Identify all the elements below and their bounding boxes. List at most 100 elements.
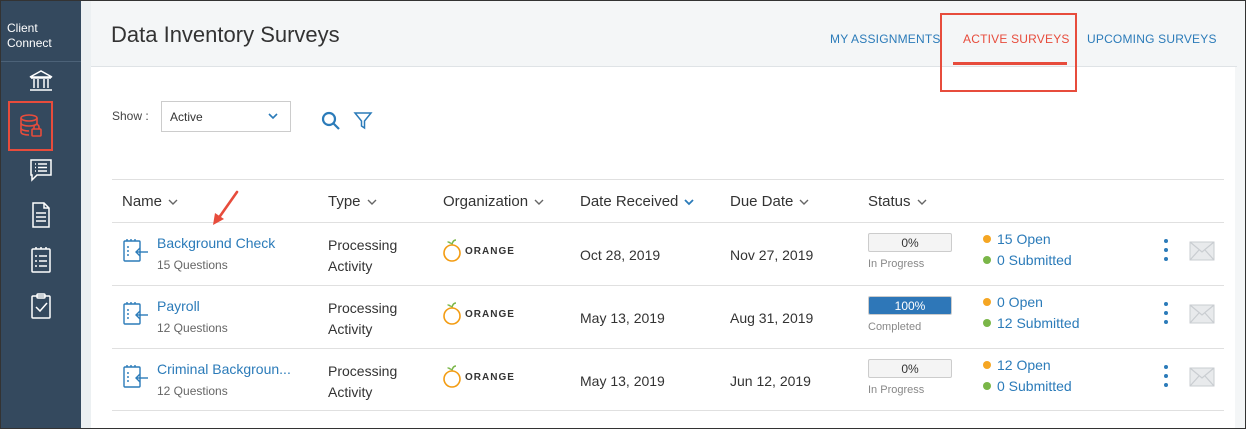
list-card-icon [30, 159, 52, 182]
submitted-dot [983, 382, 991, 390]
page-title: Data Inventory Surveys [111, 22, 340, 47]
org-logo: ORANGE [442, 365, 515, 389]
open-count-link[interactable]: 0 Open [983, 294, 1043, 310]
progress-label: 100% [894, 299, 926, 313]
question-count: 12 Questions [157, 321, 228, 335]
bank-icon [29, 70, 53, 91]
column-header-type[interactable]: Type [328, 193, 377, 210]
open-dot [983, 235, 991, 243]
open-count-link[interactable]: 15 Open [983, 231, 1051, 247]
survey-name-link[interactable]: Background Check [157, 235, 275, 251]
status-text: In Progress [868, 384, 925, 396]
date-received: Oct 28, 2019 [580, 247, 661, 263]
clipboard-check-icon [31, 293, 51, 319]
show-filter-select[interactable]: Active [161, 101, 291, 132]
progress-bar: 0% [868, 359, 952, 378]
column-header-label: Name [122, 193, 163, 210]
open-count-link[interactable]: 12 Open [983, 357, 1051, 373]
sidebar-item-bank[interactable] [24, 65, 58, 97]
orange-logo-icon [443, 239, 461, 262]
survey-type-line2: Activity [328, 384, 373, 400]
filter-icon[interactable] [353, 111, 373, 131]
progress-bar: 0% [868, 233, 952, 252]
submitted-dot [983, 319, 991, 327]
status-text: In Progress [868, 258, 925, 270]
due-date: Nov 27, 2019 [730, 247, 814, 263]
org-logo: ORANGE [442, 302, 515, 326]
submitted-count-link[interactable]: 0 Submitted [983, 378, 1072, 394]
chevron-down-icon [534, 199, 544, 205]
more-options-icon[interactable] [1163, 365, 1169, 387]
status-text: Completed [868, 321, 922, 333]
table-row: Criminal Backgroun... 12 Questions Proce… [112, 348, 1224, 411]
submitted-count: 12 Submitted [997, 315, 1080, 331]
question-count: 12 Questions [157, 384, 228, 398]
chevron-down-icon [168, 199, 178, 205]
sidebar-item-clipboard[interactable] [24, 290, 58, 322]
org-logo: ORANGE [442, 239, 515, 263]
submitted-count: 0 Submitted [997, 378, 1072, 394]
mail-icon[interactable] [1189, 304, 1215, 324]
more-options-icon[interactable] [1163, 239, 1169, 261]
sidebar-item-data-inventory[interactable] [8, 101, 53, 151]
progress-label: 0% [901, 236, 919, 250]
org-name: ORANGE [465, 245, 515, 257]
tab-upcoming-surveys[interactable]: UPCOMING SURVEYS [1087, 32, 1217, 46]
open-dot [983, 361, 991, 369]
orange-logo-icon [443, 302, 461, 325]
open-count: 0 Open [997, 294, 1043, 310]
survey-type: Processing Activity [328, 235, 397, 277]
survey-type-line1: Processing [328, 363, 398, 379]
show-filter-value: Active [170, 110, 203, 124]
chevron-down-icon [684, 198, 695, 205]
survey-type-line2: Activity [328, 321, 373, 337]
mail-icon[interactable] [1189, 241, 1215, 261]
survey-name-link[interactable]: Payroll [157, 298, 200, 314]
column-header-name[interactable]: Name [122, 193, 178, 210]
active-tab-highlight-box [940, 13, 1077, 92]
column-header-label: Organization [443, 193, 529, 210]
brand-line2: Connect [7, 36, 52, 50]
column-header-due-date[interactable]: Due Date [730, 193, 809, 210]
survey-type-line1: Processing [328, 237, 398, 253]
due-date: Jun 12, 2019 [730, 373, 811, 389]
more-options-icon[interactable] [1163, 302, 1169, 324]
table-row: Background Check 15 Questions Processing… [112, 222, 1224, 285]
show-filter-label: Show : [112, 109, 149, 123]
survey-document-icon [123, 365, 148, 388]
tab-my-assignments[interactable]: MY ASSIGNMENTS [830, 32, 941, 46]
app-window: Client Connect Data Inventory Surveys MY… [0, 0, 1246, 429]
sidebar-item-checklist[interactable] [24, 244, 58, 276]
survey-document-icon [123, 239, 148, 262]
open-count: 15 Open [997, 231, 1051, 247]
annotation-arrow-icon [213, 190, 239, 225]
chevron-down-icon [799, 199, 809, 205]
submitted-count: 0 Submitted [997, 252, 1072, 268]
chevron-down-icon [917, 199, 927, 205]
mail-icon[interactable] [1189, 367, 1215, 387]
open-dot [983, 298, 991, 306]
survey-name-link[interactable]: Criminal Backgroun... [157, 361, 291, 377]
submitted-dot [983, 256, 991, 264]
sidebar-item-list[interactable] [24, 154, 58, 186]
column-header-date-received[interactable]: Date Received [580, 193, 695, 210]
org-name: ORANGE [465, 308, 515, 320]
brand-divider [1, 61, 81, 62]
database-lock-icon [19, 114, 42, 137]
brand-line1: Client [7, 21, 38, 35]
search-icon[interactable] [321, 111, 341, 131]
sidebar-item-document[interactable] [24, 199, 58, 231]
progress-label: 0% [901, 362, 919, 376]
submitted-count-link[interactable]: 12 Submitted [983, 315, 1080, 331]
table-divider [112, 179, 1224, 180]
date-received: May 13, 2019 [580, 310, 665, 326]
column-header-status[interactable]: Status [868, 193, 927, 210]
submitted-count-link[interactable]: 0 Submitted [983, 252, 1072, 268]
date-received: May 13, 2019 [580, 373, 665, 389]
column-header-label: Date Received [580, 193, 679, 210]
left-gutter [81, 1, 91, 428]
survey-type-line1: Processing [328, 300, 398, 316]
column-header-organization[interactable]: Organization [443, 193, 544, 210]
progress-bar: 100% [868, 296, 952, 315]
sidebar: Client Connect [1, 1, 81, 428]
